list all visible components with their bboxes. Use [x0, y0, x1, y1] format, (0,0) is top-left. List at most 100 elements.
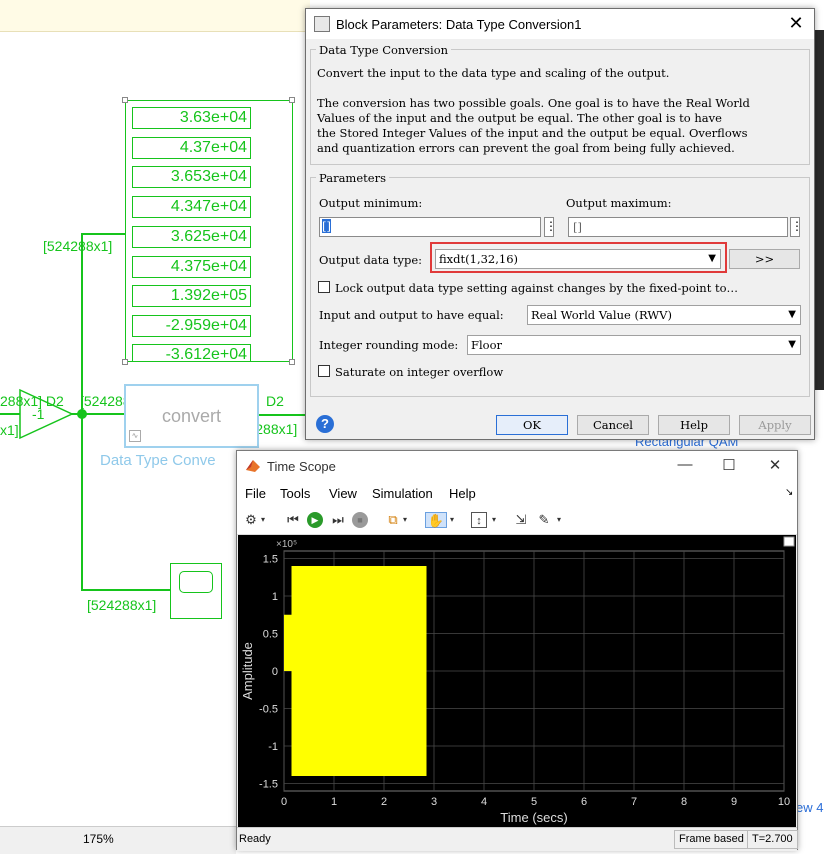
- description-text: Convert the input to the data type and s…: [317, 66, 670, 80]
- canvas-status-bar: [0, 826, 236, 854]
- scope-block[interactable]: [170, 563, 222, 619]
- help-icon[interactable]: ?: [316, 415, 334, 433]
- signal-envelope: [284, 614, 292, 671]
- x-tick-label: 10: [778, 796, 790, 808]
- close-icon[interactable]: ✕: [786, 13, 806, 34]
- close-icon[interactable]: ✕: [765, 456, 785, 474]
- resize-handle[interactable]: [122, 97, 128, 103]
- output-minimum-label: Output minimum:: [319, 196, 423, 210]
- parameters-group-title: Parameters: [316, 171, 389, 185]
- status-ready: Ready: [239, 833, 271, 845]
- display-value: -3.612e+04: [132, 344, 251, 361]
- minimize-icon[interactable]: —: [675, 456, 695, 473]
- menu-simulation[interactable]: Simulation: [372, 486, 433, 501]
- lock-data-type-label: Lock output data type setting against ch…: [335, 281, 739, 295]
- resize-handle[interactable]: [289, 97, 295, 103]
- cursor-icon[interactable]: ⇲: [513, 512, 529, 528]
- wire-main[interactable]: [0, 413, 20, 415]
- scope-plot[interactable]: 0 1 2 3 4 5 6 7 8 9 10 -1.5 -1 -0.5 0 0.5 1 1.5 ×10⁵ Time (…: [238, 535, 796, 827]
- signal-label-left: 288x1] D2: [0, 393, 64, 409]
- wire-convert-out[interactable]: [259, 414, 305, 416]
- help-button[interactable]: Help: [658, 415, 730, 435]
- run-icon[interactable]: ▶: [307, 512, 323, 528]
- maximize-icon[interactable]: ☐: [719, 456, 739, 474]
- rewind-icon[interactable]: ⏮: [285, 512, 301, 528]
- y-tick-label: 0: [272, 666, 278, 678]
- lock-data-type-checkbox[interactable]: [318, 281, 330, 293]
- time-scope-chart[interactable]: 0 1 2 3 4 5 6 7 8 9 10 -1.5 -1 -0.5 0 0.5 1 1.5 ×10⁵ Time (…: [238, 535, 796, 827]
- gear-icon[interactable]: ⚙: [243, 512, 259, 528]
- description-group-title: Data Type Conversion: [316, 43, 452, 57]
- display-block[interactable]: 3.63e+04 4.37e+04 3.653e+04 4.347e+04 3.…: [125, 100, 293, 362]
- matlab-logo-icon: [246, 460, 260, 472]
- ok-button[interactable]: OK: [496, 415, 568, 435]
- output-maximum-field[interactable]: []: [568, 217, 788, 237]
- output-maximum-label: Output maximum:: [566, 196, 672, 210]
- resize-handle[interactable]: [289, 359, 295, 365]
- io-equal-value: Real World Value (RWV): [531, 308, 672, 322]
- dropdown-arrow-icon[interactable]: ▾: [490, 512, 498, 528]
- display-value: 4.37e+04: [132, 137, 251, 159]
- dialog-title-bar[interactable]: Block Parameters: Data Type Conversion1 …: [306, 9, 814, 39]
- y-exponent-label: ×10⁵: [276, 539, 297, 550]
- background-window-edge: [815, 30, 824, 390]
- chevron-down-icon: ▼: [788, 309, 796, 320]
- wire-to-display[interactable]: [81, 233, 125, 235]
- stop-icon[interactable]: ■: [352, 512, 368, 528]
- output-minimum-field[interactable]: []: [319, 217, 541, 237]
- chevron-down-icon: ▼: [708, 253, 716, 264]
- description-text: the Stored Integer Values of the input a…: [317, 126, 748, 140]
- highlight-icon[interactable]: ⧉: [385, 512, 401, 528]
- chevron-down-icon: ▼: [788, 339, 796, 350]
- rounding-mode-value: Floor: [471, 338, 503, 352]
- x-axis-label: Time (secs): [500, 810, 567, 825]
- scope-title-bar[interactable]: Time Scope — ☐ ✕: [237, 451, 797, 481]
- x-tick-label: 6: [581, 796, 587, 808]
- data-type-assistant-button[interactable]: >>: [729, 249, 800, 269]
- menu-tools[interactable]: Tools: [280, 486, 310, 501]
- wire-to-scope[interactable]: [81, 589, 170, 591]
- x-tick-label: 2: [381, 796, 387, 808]
- zoom-level: 175%: [83, 832, 114, 846]
- output-data-type-select[interactable]: fixdt(1,32,16) ▼: [435, 249, 721, 269]
- saturate-checkbox[interactable]: [318, 365, 330, 377]
- saturate-label: Saturate on integer overflow: [335, 365, 504, 379]
- simulink-block-icon: [314, 16, 330, 32]
- dropdown-arrow-icon[interactable]: ▾: [259, 512, 267, 528]
- convert-block-name[interactable]: Data Type Conve: [100, 452, 216, 469]
- dock-arrow-icon[interactable]: ↘: [785, 487, 793, 498]
- display-value: -2.959e+04: [132, 315, 251, 337]
- scope-screen-icon: [179, 571, 213, 593]
- undock-plot-icon[interactable]: [783, 536, 795, 547]
- style-brush-icon[interactable]: ✎: [536, 512, 552, 528]
- dropdown-arrow-icon[interactable]: ▾: [555, 512, 563, 528]
- output-minimum-value: []: [322, 219, 331, 233]
- display-value: 4.347e+04: [132, 196, 251, 218]
- dropdown-arrow-icon[interactable]: ▾: [448, 512, 456, 528]
- signal-label-out-d2: D2: [266, 393, 284, 409]
- signal-envelope: [291, 566, 427, 776]
- io-equal-label: Input and output to have equal:: [319, 308, 504, 322]
- apply-button[interactable]: Apply: [739, 415, 811, 435]
- rounding-mode-select[interactable]: Floor ▼: [467, 335, 801, 355]
- zoom-axes-icon[interactable]: ↕: [471, 512, 487, 528]
- resize-handle[interactable]: [122, 359, 128, 365]
- step-forward-icon[interactable]: ⏭: [330, 512, 346, 528]
- x-tick-label: 0: [281, 796, 287, 808]
- x-tick-label: 9: [731, 796, 737, 808]
- dropdown-arrow-icon[interactable]: ▾: [401, 512, 409, 528]
- menu-view[interactable]: View: [329, 486, 357, 501]
- cancel-button[interactable]: Cancel: [577, 415, 649, 435]
- io-equal-select[interactable]: Real World Value (RWV) ▼: [527, 305, 801, 325]
- y-tick-label: 0.5: [263, 629, 278, 641]
- x-tick-label: 4: [481, 796, 487, 808]
- menu-help[interactable]: Help: [449, 486, 476, 501]
- y-tick-label: -0.5: [259, 704, 278, 716]
- pan-hand-icon[interactable]: ✋: [425, 512, 447, 528]
- y-tick-label: -1: [268, 741, 278, 753]
- output-minimum-dots-button[interactable]: ⋮: [544, 217, 557, 237]
- menu-file[interactable]: File: [245, 486, 266, 501]
- data-type-conversion-block[interactable]: convert ∿: [124, 384, 259, 448]
- x-tick-label: 3: [431, 796, 437, 808]
- output-maximum-dots-button[interactable]: ⋮: [790, 217, 803, 237]
